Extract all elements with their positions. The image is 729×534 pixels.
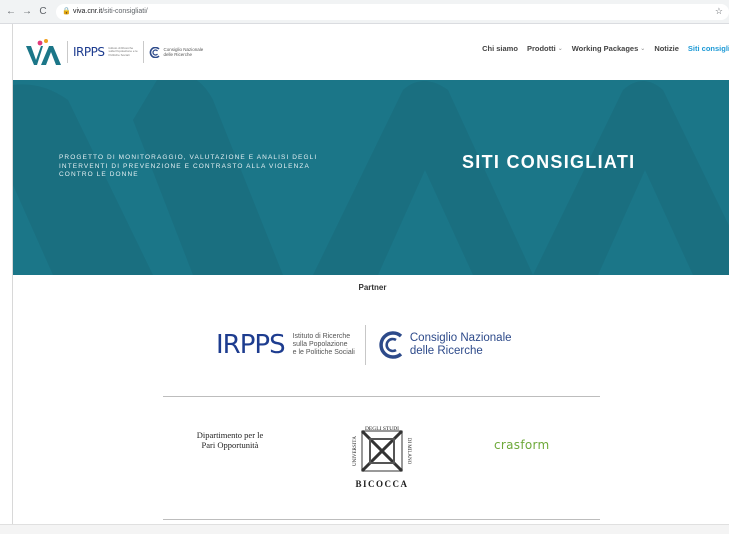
section-divider — [163, 519, 600, 520]
menu-prodotti[interactable]: Prodotti ⌄ — [527, 44, 563, 53]
svg-text:UNIVERSITÀ: UNIVERSITÀ — [352, 436, 358, 466]
page-title: SITI CONSIGLIATI — [462, 152, 636, 172]
hero-tagline: Progetto di monitoraggio, valutazione e … — [59, 154, 318, 178]
cnr-logo-small[interactable]: Consiglio Nazionale delle Ricerche — [149, 46, 203, 58]
menu-notizie[interactable]: Notizie — [654, 44, 679, 53]
menu-chi-siamo[interactable]: Chi siamo — [482, 44, 518, 53]
main-menu: Chi siamo Prodotti ⌄ Working Packages ⌄ … — [482, 44, 729, 53]
irpps-logo[interactable]: IRPPS Istituto di Ricerche sulla Popolaz… — [216, 330, 355, 360]
viva-logo[interactable] — [26, 38, 62, 66]
logo-divider — [364, 325, 366, 365]
cnr-icon — [150, 46, 161, 58]
menu-working-packages[interactable]: Working Packages ⌄ — [572, 44, 646, 53]
bookmark-star-icon[interactable]: ☆ — [715, 6, 723, 17]
svg-text:BICOCCA: BICOCCA — [355, 479, 408, 489]
lock-icon: 🔒 — [62, 8, 71, 15]
dipartimento-pari-opportunita-logo[interactable]: Dipartimento per le Pari Opportunità — [175, 430, 285, 450]
url-path: /siti-consigliati/ — [102, 8, 148, 15]
partner-main-logos: IRPPS Istituto di Ricerche sulla Popolaz… — [216, 322, 536, 368]
chevron-down-icon: ⌄ — [557, 46, 563, 52]
browser-nav: ← → C — [0, 6, 48, 17]
url-host: viva.cnr.it — [73, 8, 103, 15]
bicocca-logo[interactable]: DEGLI STUDI UNIVERSITÀ DI MILANO BICOCCA — [352, 425, 414, 495]
cnr-logo[interactable]: Consiglio Nazionale delle Ricerche — [376, 331, 512, 359]
chevron-down-icon: ⌄ — [640, 46, 646, 52]
svg-text:DEGLI STUDI: DEGLI STUDI — [365, 426, 399, 432]
reload-icon[interactable]: C — [38, 6, 48, 17]
forward-icon[interactable]: → — [22, 6, 32, 17]
header-logos: IRPPS Istituto di Ricerche sulla Popolaz… — [13, 38, 203, 66]
cnr-icon — [379, 331, 403, 359]
hero-banner: Progetto di monitoraggio, valutazione e … — [13, 80, 729, 275]
page-bottom-strip — [0, 524, 729, 534]
site-header: IRPPS Istituto di Ricerche sulla Popolaz… — [13, 24, 729, 80]
logo-separator — [143, 41, 145, 63]
partner-heading: Partner — [358, 283, 387, 292]
svg-text:DI MILANO: DI MILANO — [406, 438, 411, 465]
section-divider — [163, 396, 600, 397]
logo-separator — [67, 41, 68, 63]
menu-siti-consigliati[interactable]: Siti consigli — [688, 44, 729, 53]
irpps-logo-small[interactable]: IRPPS Istituto di Ricerche sulla Popolaz… — [73, 45, 138, 59]
page: ← → C 🔒 viva.cnr.it /siti-consigliati/ ☆ — [0, 0, 729, 534]
back-icon[interactable]: ← — [6, 6, 16, 17]
crasform-logo[interactable]: crasform — [494, 438, 550, 452]
browser-toolbar: ← → C 🔒 viva.cnr.it /siti-consigliati/ ☆ — [0, 0, 729, 24]
address-bar[interactable]: 🔒 viva.cnr.it /siti-consigliati/ ☆ — [56, 3, 729, 20]
